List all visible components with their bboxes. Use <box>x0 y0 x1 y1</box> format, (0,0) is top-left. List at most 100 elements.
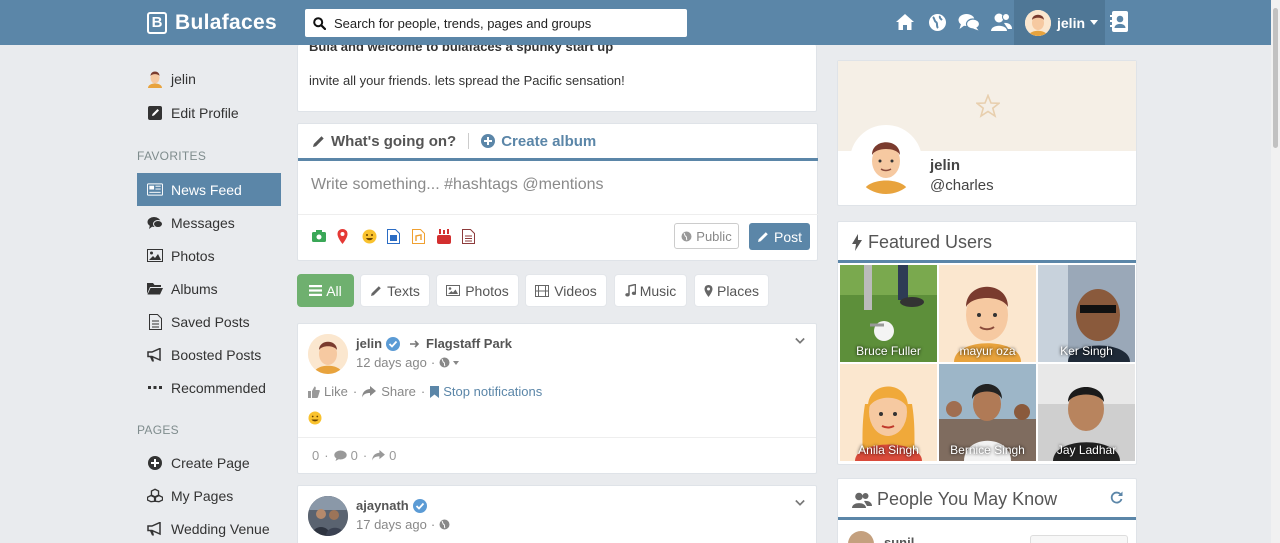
avatar[interactable] <box>308 496 348 536</box>
post-card: ajaynath 17 days ago · <box>297 485 817 543</box>
sidebar-item-wedding-venue[interactable]: Wedding Venue <box>137 512 281 543</box>
comments-count[interactable]: 0 <box>351 448 358 463</box>
likes-count[interactable]: 0 <box>312 448 319 463</box>
people-title: People You May Know <box>877 489 1058 509</box>
search-input[interactable] <box>334 15 674 31</box>
filter-label: Videos <box>554 282 597 299</box>
document-icon[interactable] <box>462 228 487 244</box>
stop-notifications-label: Stop notifications <box>443 384 543 399</box>
file-icon[interactable] <box>387 228 412 244</box>
user-menu[interactable]: jelin <box>1014 0 1105 45</box>
logo[interactable]: B Bulafaces <box>147 10 277 36</box>
sidebar-item-saved-posts[interactable]: Saved Posts <box>137 305 281 338</box>
separator: · <box>324 448 329 463</box>
avatar[interactable] <box>308 334 348 374</box>
filter-videos[interactable]: Videos <box>525 274 607 307</box>
photo-icon <box>446 285 461 296</box>
chevron-down-icon[interactable] <box>795 336 805 346</box>
scrollbar[interactable] <box>1271 0 1280 543</box>
verified-badge-icon <box>386 336 401 351</box>
filter-texts[interactable]: Texts <box>360 274 430 307</box>
add-friend-button[interactable] <box>1030 535 1128 543</box>
like-button[interactable]: Like <box>308 384 348 399</box>
suggested-user-name[interactable]: sunil <box>884 535 914 543</box>
tab-create-album[interactable]: Create album <box>481 133 596 150</box>
featured-user[interactable]: Ker Singh <box>1038 265 1135 362</box>
camera-icon[interactable] <box>312 228 337 244</box>
sidebar-item-recommended[interactable]: Recommended <box>137 371 281 404</box>
refresh-icon[interactable] <box>1110 491 1123 504</box>
plus-circle-icon <box>147 455 163 471</box>
welcome-title: Bula and welcome to bulafaces a spunky s… <box>309 45 614 54</box>
filter-places[interactable]: Places <box>694 274 769 307</box>
filter-photos[interactable]: Photos <box>436 274 519 307</box>
list-icon <box>309 285 323 296</box>
chat-icon <box>147 215 163 231</box>
globe-icon[interactable] <box>439 357 450 368</box>
stop-notifications-button[interactable]: Stop notifications <box>430 384 542 399</box>
chevron-down-icon[interactable] <box>453 360 460 365</box>
chevron-down-icon <box>1090 20 1099 25</box>
sidebar-item-edit-profile[interactable]: Edit Profile <box>137 96 281 129</box>
audio-file-icon[interactable] <box>412 228 437 244</box>
sidebar-item-news-feed[interactable]: News Feed <box>137 173 281 206</box>
sidebar-item-profile[interactable]: jelin <box>137 62 281 95</box>
featured-user[interactable]: Bruce Fuller <box>840 265 937 362</box>
profile-avatar[interactable] <box>850 125 922 197</box>
featured-user[interactable]: Bernice Singh <box>939 364 1036 461</box>
bookmark-icon <box>430 385 440 398</box>
post-meta: 17 days ago · <box>356 517 450 532</box>
chat-icon[interactable] <box>953 8 985 36</box>
filter-all[interactable]: All <box>297 274 354 307</box>
shares-count[interactable]: 0 <box>389 448 396 463</box>
youtube-icon[interactable] <box>437 228 462 244</box>
sidebar-item-create-page[interactable]: Create Page <box>137 446 281 479</box>
search-bar <box>305 9 687 37</box>
post-header: jelin Flagstaff Park <box>356 336 512 351</box>
logo-text: Bulafaces <box>175 11 277 34</box>
lightning-icon <box>852 234 862 251</box>
sidebar-item-my-pages[interactable]: My Pages <box>137 479 281 512</box>
location-pin-icon[interactable] <box>337 228 362 244</box>
post-author[interactable]: jelin <box>356 336 382 351</box>
user-menu-name: jelin <box>1057 14 1086 31</box>
profile-card: jelin @charles <box>837 60 1137 206</box>
featured-user[interactable]: Anila Singh <box>840 364 937 461</box>
contact-book-icon[interactable] <box>1108 9 1132 35</box>
featured-user[interactable]: Jay Ladhar <box>1038 364 1135 461</box>
privacy-button[interactable]: Public <box>674 223 739 249</box>
post-button[interactable]: Post <box>749 223 810 250</box>
folder-icon <box>147 281 163 297</box>
sidebar-item-albums[interactable]: Albums <box>137 272 281 305</box>
ellipsis-icon <box>147 380 163 396</box>
profile-name[interactable]: jelin <box>930 157 960 174</box>
arrow-right-icon <box>410 339 420 348</box>
post-header: ajaynath <box>356 498 427 513</box>
featured-user[interactable]: mayur oza <box>939 265 1036 362</box>
sidebar-item-messages[interactable]: Messages <box>137 206 281 239</box>
post-time[interactable]: 17 days ago <box>356 517 427 532</box>
avatar[interactable] <box>848 531 874 543</box>
post-time[interactable]: 12 days ago <box>356 355 427 370</box>
friends-icon[interactable] <box>985 8 1017 36</box>
home-icon[interactable] <box>889 8 921 36</box>
privacy-label: Public <box>696 228 732 244</box>
smiley-icon[interactable] <box>362 228 387 244</box>
globe-icon[interactable] <box>921 8 953 36</box>
scrollbar-thumb[interactable] <box>1273 8 1278 148</box>
sidebar-item-boosted-posts[interactable]: Boosted Posts <box>137 338 281 371</box>
sidebar-item-label: My Pages <box>171 487 234 504</box>
share-button[interactable]: Share <box>362 384 416 399</box>
sidebar-item-photos[interactable]: Photos <box>137 239 281 272</box>
filter-music[interactable]: Music <box>614 274 687 307</box>
post-author[interactable]: ajaynath <box>356 498 409 513</box>
post-input[interactable] <box>311 176 791 194</box>
globe-icon[interactable] <box>439 519 450 530</box>
location-pin-icon <box>704 284 713 297</box>
sidebar-item-label: Boosted Posts <box>171 346 262 363</box>
chevron-down-icon[interactable] <box>795 498 805 508</box>
post-place[interactable]: Flagstaff Park <box>426 336 512 351</box>
tab-status[interactable]: What's going on? <box>312 133 456 150</box>
featured-user-name: Ker Singh <box>1060 344 1113 358</box>
pencil-icon <box>371 285 381 296</box>
